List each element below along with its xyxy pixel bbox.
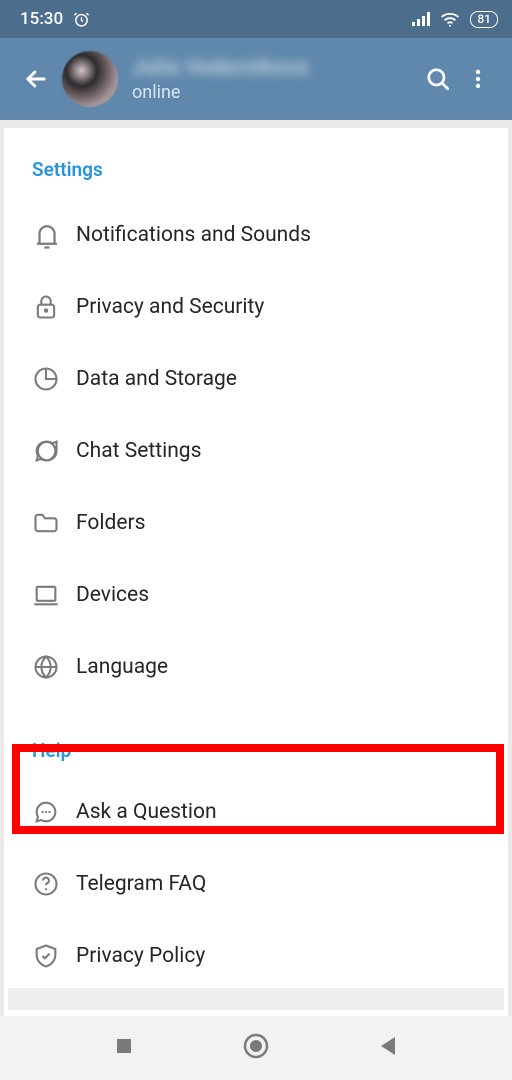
nav-recent-button[interactable] [114,1036,134,1060]
row-notifications[interactable]: Notifications and Sounds [4,199,508,271]
battery-indicator: 81 [470,11,498,28]
nav-back-button[interactable] [378,1035,398,1061]
row-folders[interactable]: Folders [4,487,508,559]
row-data[interactable]: Data and Storage [4,343,508,415]
label-ask: Ask a Question [76,800,508,824]
profile-name: Julia Vedernikova [132,56,418,80]
row-chat[interactable]: Chat Settings [4,415,508,487]
message-dots-icon [32,798,76,826]
row-faq[interactable]: Telegram FAQ [4,848,508,920]
label-notifications: Notifications and Sounds [76,223,508,247]
row-privacy[interactable]: Privacy and Security [4,271,508,343]
folder-icon [32,509,76,537]
laptop-icon [32,581,76,609]
chat-bubble-icon [32,437,76,465]
more-button[interactable] [458,67,498,91]
alarm-icon [73,11,90,28]
pie-chart-icon [32,365,76,393]
row-devices[interactable]: Devices [4,559,508,631]
nav-home-button[interactable] [242,1032,270,1064]
label-faq: Telegram FAQ [76,872,508,896]
back-button[interactable] [22,65,62,93]
label-folders: Folders [76,511,508,535]
label-devices: Devices [76,583,508,607]
bell-icon [32,220,76,250]
label-chat: Chat Settings [76,439,508,463]
search-button[interactable] [418,66,458,92]
question-icon [32,870,76,898]
label-policy: Privacy Policy [76,944,508,968]
status-bar: 15:30 81 [0,0,512,38]
lock-icon [32,293,76,321]
app-header: Julia Vedernikova online [0,38,512,120]
label-language: Language [76,655,508,679]
section-title-settings: Settings [4,158,508,199]
globe-icon [32,653,76,681]
signal-icon [412,12,430,26]
avatar[interactable] [62,51,118,107]
label-privacy: Privacy and Security [76,295,508,319]
row-language[interactable]: Language [4,631,508,703]
bottom-gap [8,988,504,1010]
profile-status: online [132,82,418,103]
settings-content: Settings Notifications and Sounds Privac… [4,128,508,1074]
row-policy[interactable]: Privacy Policy [4,920,508,992]
label-data: Data and Storage [76,367,508,391]
navigation-bar [0,1016,512,1080]
wifi-icon [440,12,460,27]
section-title-help: Help [4,703,508,776]
status-time: 15:30 [20,9,63,29]
row-ask[interactable]: Ask a Question [4,776,508,848]
shield-check-icon [32,942,76,970]
